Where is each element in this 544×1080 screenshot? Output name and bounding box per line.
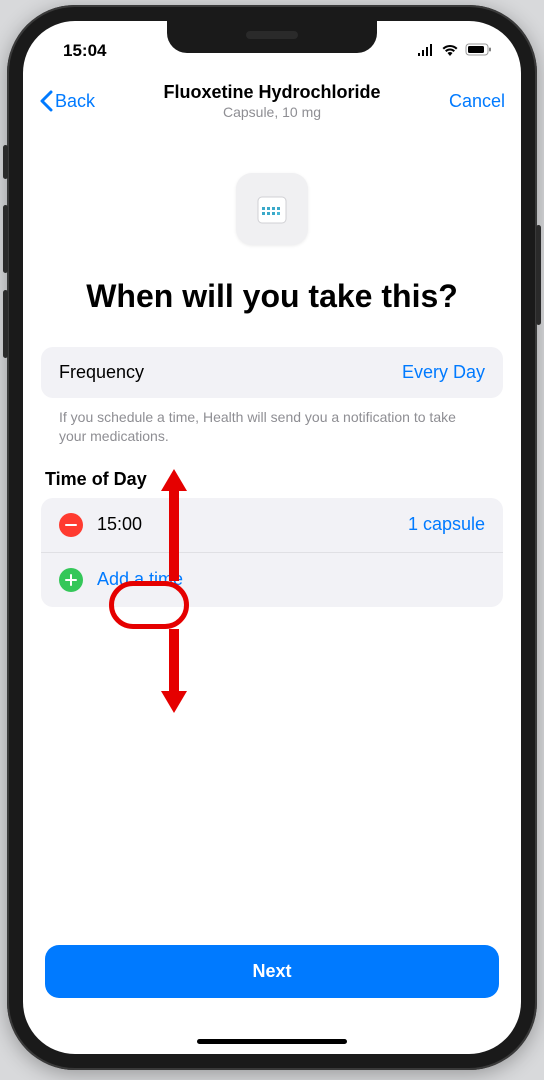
annotation-arrow-down bbox=[157, 629, 191, 719]
remove-icon[interactable] bbox=[59, 513, 83, 537]
nav-subtitle: Capsule, 10 mg bbox=[119, 104, 425, 120]
frequency-row[interactable]: Frequency Every Day bbox=[41, 347, 503, 398]
power-button bbox=[536, 225, 541, 325]
back-label: Back bbox=[55, 91, 95, 112]
add-icon[interactable] bbox=[59, 568, 83, 592]
volume-down-button bbox=[3, 290, 8, 358]
cellular-signal-icon bbox=[417, 41, 435, 61]
home-indicator[interactable] bbox=[197, 1039, 347, 1044]
chevron-left-icon bbox=[39, 90, 53, 112]
calendar-pill-icon bbox=[236, 173, 308, 245]
add-time-row[interactable]: Add a time bbox=[41, 553, 503, 607]
phone-frame: 15:04 Back Fluox bbox=[7, 5, 537, 1070]
phone-screen: 15:04 Back Fluox bbox=[23, 21, 521, 1054]
status-time: 15:04 bbox=[63, 41, 106, 61]
frequency-value: Every Day bbox=[402, 362, 485, 383]
notch bbox=[167, 21, 377, 53]
page-heading: When will you take this? bbox=[41, 277, 503, 315]
cancel-button[interactable]: Cancel bbox=[449, 91, 505, 111]
wifi-icon bbox=[441, 41, 459, 61]
time-value[interactable]: 15:00 bbox=[97, 514, 142, 535]
status-right bbox=[417, 41, 493, 61]
back-button[interactable]: Back bbox=[39, 90, 119, 112]
content-area: When will you take this? Frequency Every… bbox=[23, 173, 521, 607]
silence-switch bbox=[3, 145, 8, 179]
nav-title: Fluoxetine Hydrochloride bbox=[119, 82, 425, 104]
help-text: If you schedule a time, Health will send… bbox=[41, 408, 503, 468]
time-row[interactable]: 15:00 1 capsule bbox=[41, 498, 503, 553]
dose-value[interactable]: 1 capsule bbox=[408, 514, 485, 535]
time-list: 15:00 1 capsule Add a time bbox=[41, 498, 503, 607]
volume-up-button bbox=[3, 205, 8, 273]
add-time-label: Add a time bbox=[97, 569, 183, 590]
next-button[interactable]: Next bbox=[45, 945, 499, 998]
nav-bar: Back Fluoxetine Hydrochloride Capsule, 1… bbox=[23, 69, 521, 133]
frequency-label: Frequency bbox=[59, 362, 144, 383]
time-section-header: Time of Day bbox=[41, 469, 503, 498]
battery-icon bbox=[465, 41, 493, 61]
